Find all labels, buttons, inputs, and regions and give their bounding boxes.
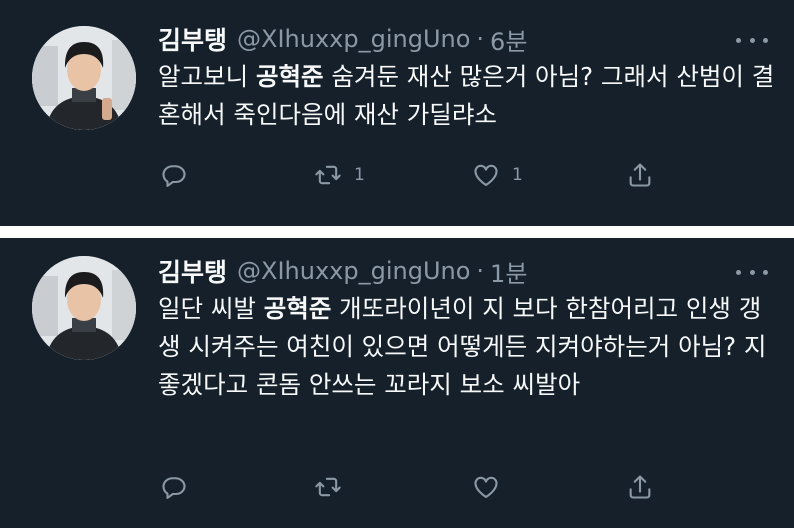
tweet-text: 일단 씨발 공혁준 개또라이년이 지 보다 한참어리고 인생 갱생 시켜주는 여…: [158, 290, 778, 404]
like-button[interactable]: [472, 472, 512, 502]
retweet-button[interactable]: [314, 472, 354, 502]
retweet-button[interactable]: 1: [314, 160, 365, 190]
user-handle[interactable]: @XIhuxxp_gingUno: [237, 257, 470, 285]
reply-button[interactable]: [160, 160, 188, 190]
tweet-text-pre: 알고보니: [158, 62, 256, 91]
share-button[interactable]: [626, 472, 654, 502]
separator-dot: ·: [476, 257, 485, 285]
heart-icon: [474, 164, 498, 186]
more-icon[interactable]: [734, 262, 770, 282]
tweet-header: 김부탱 @XIhuxxp_gingUno · 6분: [158, 22, 527, 56]
more-icon[interactable]: [734, 30, 770, 50]
tweet-text: 알고보니 공혁준 숨겨둔 재산 많은거 아님? 그래서 산범이 결혼해서 죽인다…: [158, 58, 778, 134]
user-handle[interactable]: @XIhuxxp_gingUno: [237, 25, 470, 53]
tweet-text-pre: 일단 씨발: [158, 294, 264, 323]
tweet-header: 김부탱 @XIhuxxp_gingUno · 1분: [158, 254, 527, 288]
tweet-text-bold: 공혁준: [255, 62, 324, 91]
separator-dot: ·: [476, 25, 485, 53]
tweet-text-bold: 공혁준: [263, 294, 332, 323]
share-button[interactable]: [626, 160, 654, 190]
avatar[interactable]: [32, 256, 136, 360]
tweet-actions: [158, 472, 678, 502]
reply-icon: [162, 477, 186, 499]
reply-icon: [162, 165, 186, 187]
timestamp[interactable]: 6분: [490, 22, 527, 57]
retweet-icon: [315, 165, 341, 185]
tweet-actions: 1 1: [158, 160, 678, 190]
timestamp[interactable]: 1분: [490, 254, 527, 289]
share-icon: [629, 163, 651, 187]
tweet[interactable]: 김부탱 @XIhuxxp_gingUno · 6분 알고보니 공혁준 숨겨둔 재…: [0, 0, 794, 226]
like-button[interactable]: 1: [472, 160, 523, 190]
retweet-count: 1: [354, 165, 365, 185]
retweet-icon: [315, 477, 341, 497]
screenshot-divider: [0, 226, 794, 238]
reply-button[interactable]: [160, 472, 188, 502]
heart-icon: [474, 476, 498, 498]
avatar[interactable]: [32, 26, 136, 130]
share-icon: [629, 475, 651, 499]
display-name[interactable]: 김부탱: [158, 21, 227, 57]
display-name[interactable]: 김부탱: [158, 253, 227, 289]
like-count: 1: [512, 165, 523, 185]
tweet[interactable]: 김부탱 @XIhuxxp_gingUno · 1분 일단 씨발 공혁준 개또라이…: [0, 238, 794, 528]
